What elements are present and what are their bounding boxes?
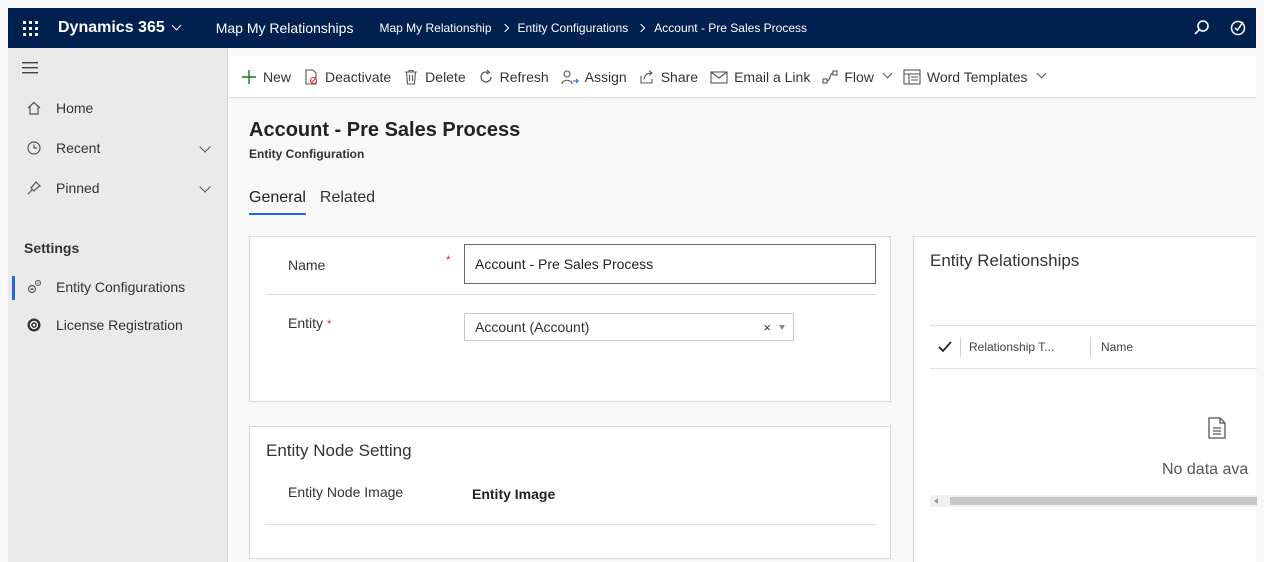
- sidebar-item-label: Entity Configurations: [56, 279, 186, 295]
- chevron-down-icon: [882, 68, 893, 79]
- entity-label: Entity *: [288, 315, 332, 331]
- entity-node-image-label: Entity Node Image: [288, 484, 404, 500]
- word-templates-button-label: Word Templates: [926, 68, 1028, 85]
- entity-select[interactable]: Account (Account) ×: [464, 313, 794, 341]
- chevron-down-icon: [171, 20, 182, 30]
- command-bar: New Deactivate Delete Refresh Assign Sha…: [229, 56, 1256, 98]
- assistant-icon[interactable]: [1220, 8, 1256, 48]
- scrollbar-thumb[interactable]: [950, 497, 1257, 505]
- section-title: Entity Relationships: [930, 251, 1080, 270]
- refresh-button[interactable]: Refresh: [472, 56, 555, 98]
- required-marker: *: [326, 317, 332, 331]
- new-button-label: New: [263, 68, 292, 85]
- sidebar-item-label: Home: [56, 100, 94, 116]
- entity-node-image-row: Entity Node Image Entity Image: [266, 479, 876, 525]
- flow-button[interactable]: Flow: [816, 56, 897, 98]
- chevron-right-icon: [500, 23, 509, 33]
- tab-general[interactable]: General: [249, 189, 306, 215]
- deactivate-button[interactable]: Deactivate: [297, 56, 397, 98]
- refresh-icon: [478, 69, 494, 85]
- flow-button-label: Flow: [844, 68, 874, 85]
- sidebar-section-title: Settings: [24, 240, 80, 256]
- breadcrumb-item: Account - Pre Sales Process: [654, 21, 807, 35]
- sidebar: Home Recent Pinned Settings Entity Confi…: [8, 48, 228, 562]
- grid-header: Relationship T... Name: [930, 325, 1257, 369]
- pin-icon: [24, 180, 44, 196]
- breadcrumb-item[interactable]: Map My Relationship: [379, 21, 491, 35]
- share-button-label: Share: [660, 68, 699, 85]
- entity-relationships-section: Entity Relationships Relationship T... N…: [913, 236, 1257, 562]
- share-button[interactable]: Share: [633, 56, 704, 98]
- plus-icon: [241, 69, 257, 85]
- sidebar-item-license-registration[interactable]: License Registration: [8, 306, 227, 344]
- delete-button-label: Delete: [425, 68, 466, 85]
- email-link-button[interactable]: Email a Link: [704, 56, 816, 98]
- word-templates-button[interactable]: Word Templates: [897, 56, 1051, 98]
- delete-button[interactable]: Delete: [397, 56, 471, 98]
- entity-label-text: Entity: [288, 315, 324, 331]
- tab-list: General Related: [249, 189, 389, 215]
- hamburger-menu-icon[interactable]: [8, 48, 227, 88]
- empty-state-text: No data ava: [1162, 461, 1249, 478]
- entity-select-value: Account (Account): [475, 319, 590, 335]
- scroll-left-icon[interactable]: [934, 498, 938, 504]
- chevron-down-icon: [1036, 68, 1046, 79]
- new-button[interactable]: New: [235, 56, 297, 98]
- brand-menu[interactable]: Dynamics 365: [58, 19, 182, 37]
- home-icon: [24, 100, 44, 116]
- entity-node-image-value[interactable]: Entity Image: [472, 486, 555, 502]
- flow-icon: [822, 69, 838, 85]
- sidebar-item-entity-configurations[interactable]: Entity Configurations: [8, 268, 227, 306]
- assign-button-label: Assign: [584, 68, 627, 85]
- dropdown-arrow-icon[interactable]: [779, 325, 785, 330]
- sidebar-item-label: Recent: [56, 140, 101, 156]
- horizontal-scrollbar[interactable]: [930, 495, 1257, 507]
- clear-icon[interactable]: ×: [763, 320, 771, 335]
- tab-related[interactable]: Related: [320, 189, 375, 215]
- breadcrumb: Map My Relationship Entity Configuration…: [379, 21, 807, 35]
- deactivate-icon: [303, 68, 319, 85]
- name-field-row: Name *: [266, 237, 876, 295]
- search-icon[interactable]: [1184, 8, 1220, 48]
- top-navigation-bar: Dynamics 365 Map My Relationships Map My…: [8, 8, 1256, 48]
- sidebar-item-label: License Registration: [56, 317, 183, 333]
- gears-icon: [24, 278, 44, 296]
- word-template-icon: [903, 68, 921, 85]
- general-section: Name * Entity * Account (Account) ×: [249, 236, 891, 402]
- share-icon: [639, 69, 655, 85]
- document-icon: [1208, 417, 1226, 442]
- column-header-name[interactable]: Name: [1090, 337, 1133, 357]
- clock-icon: [24, 140, 44, 156]
- brand-label: Dynamics 365: [58, 19, 165, 36]
- assign-icon: [561, 69, 579, 85]
- page-subtitle: Entity Configuration: [249, 147, 365, 161]
- sidebar-item-recent[interactable]: Recent: [8, 128, 227, 168]
- email-icon: [710, 69, 728, 85]
- app-name[interactable]: Map My Relationships: [216, 20, 354, 36]
- trash-icon: [403, 69, 419, 85]
- sidebar-item-label: Pinned: [56, 180, 100, 196]
- section-title: Entity Node Setting: [266, 441, 412, 460]
- assign-button[interactable]: Assign: [555, 56, 633, 98]
- name-label: Name: [288, 257, 326, 273]
- chevron-down-icon[interactable]: [199, 141, 211, 153]
- chevron-right-icon: [637, 23, 646, 33]
- license-icon: [24, 317, 44, 333]
- refresh-button-label: Refresh: [499, 68, 549, 85]
- name-input[interactable]: [464, 244, 876, 284]
- breadcrumb-item[interactable]: Entity Configurations: [518, 21, 629, 35]
- page-title: Account - Pre Sales Process: [249, 119, 521, 141]
- select-all-checkmark-icon[interactable]: [930, 341, 960, 353]
- sidebar-item-pinned[interactable]: Pinned: [8, 168, 227, 208]
- app-launcher-icon[interactable]: [8, 8, 52, 48]
- main-content: Account - Pre Sales Process Entity Confi…: [229, 99, 1257, 562]
- entity-field-row: Entity * Account (Account) ×: [266, 307, 876, 357]
- column-header-relationship-type[interactable]: Relationship T...: [960, 337, 1090, 357]
- required-marker: *: [446, 253, 451, 267]
- entity-node-setting-section: Entity Node Setting Entity Node Image En…: [249, 426, 891, 559]
- chevron-down-icon[interactable]: [199, 181, 211, 193]
- deactivate-button-label: Deactivate: [325, 68, 392, 85]
- email-link-button-label: Email a Link: [734, 68, 811, 85]
- sidebar-item-home[interactable]: Home: [8, 88, 227, 128]
